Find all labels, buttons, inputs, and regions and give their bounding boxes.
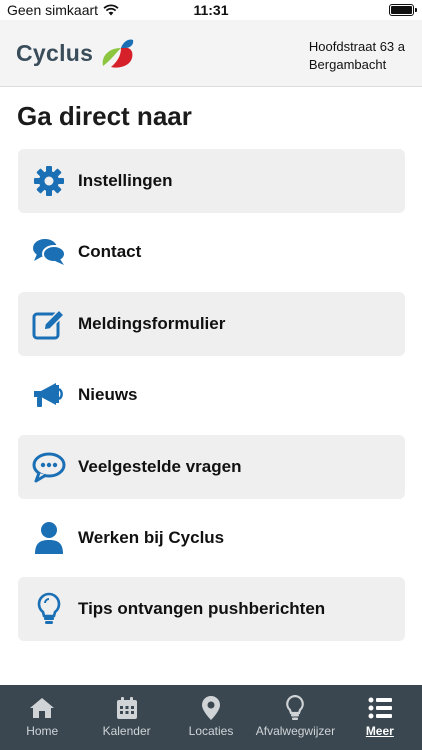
gear-icon (32, 164, 66, 198)
menu-item-label: Contact (78, 242, 142, 262)
menu-item-contact[interactable]: Contact (18, 220, 405, 284)
menu-item-label: Veelgestelde vragen (78, 456, 242, 476)
logo-mark-icon (102, 39, 134, 68)
megaphone-icon (32, 378, 66, 412)
menu-item-veelgestelde-vragen[interactable]: Veelgestelde vragen (18, 434, 405, 499)
tab-locaties[interactable]: Locaties (169, 685, 253, 750)
calendar-icon (114, 695, 140, 721)
app-header: Cyclus Hoofdstraat 63 a Bergambacht (0, 20, 422, 87)
map-pin-icon (198, 695, 224, 721)
lightbulb-icon (32, 592, 66, 626)
tab-label: Home (26, 724, 59, 738)
battery-icon (389, 4, 417, 16)
lightbulb-icon (282, 695, 308, 721)
tab-afvalwegwijzer[interactable]: Afvalwegwijzer (253, 685, 337, 750)
menu-item-meldingsformulier[interactable]: Meldingsformulier (18, 291, 405, 356)
speech-bubble-dots-icon (32, 450, 66, 484)
logo-text: Cyclus (16, 39, 94, 66)
cyclus-logo[interactable]: Cyclus (16, 36, 135, 70)
chat-bubbles-icon (32, 235, 66, 269)
menu-item-label: Tips ontvangen pushberichten (78, 599, 326, 619)
menu-item-label: Meldingsformulier (78, 313, 226, 333)
menu-item-label: Instellingen (78, 171, 173, 190)
address-block[interactable]: Hoofdstraat 63 a Bergambacht (309, 38, 405, 74)
tab-kalender[interactable]: Kalender (84, 685, 168, 750)
tab-home[interactable]: Home (0, 685, 84, 750)
status-time: 11:31 (193, 2, 229, 18)
menu-item-tips-pushberichten[interactable]: Tips ontvangen pushberichten (18, 577, 405, 642)
menu-item-label: Nieuws (78, 385, 138, 405)
tab-label: Locaties (188, 724, 234, 738)
list-icon (367, 695, 393, 721)
menu-item-werken-bij-cyclus[interactable]: Werken bij Cyclus (18, 506, 405, 570)
status-bar: Geen simkaart 11:31 (0, 0, 422, 20)
tab-label: Kalender (102, 724, 151, 738)
bottom-tab-bar: Home Kalender Locaties Afvalwegwijzer Me… (0, 685, 422, 750)
address-city: Bergambacht (308, 57, 387, 72)
menu-item-instellingen[interactable]: Instellingen (18, 149, 405, 213)
address-street: Hoofdstraat 63 a (308, 39, 405, 54)
quick-links-menu: Instellingen Contact Meldingsformulier N… (18, 149, 405, 649)
user-icon (32, 521, 66, 555)
tab-label: Meer (365, 724, 394, 738)
page-title: Ga direct naar (17, 101, 192, 131)
edit-form-icon (32, 307, 66, 341)
home-icon (29, 695, 55, 721)
tab-label: Afvalwegwijzer (255, 724, 336, 738)
tab-meer[interactable]: Meer (338, 685, 422, 750)
menu-item-nieuws[interactable]: Nieuws (18, 363, 405, 427)
menu-item-label: Werken bij Cyclus (78, 527, 225, 547)
